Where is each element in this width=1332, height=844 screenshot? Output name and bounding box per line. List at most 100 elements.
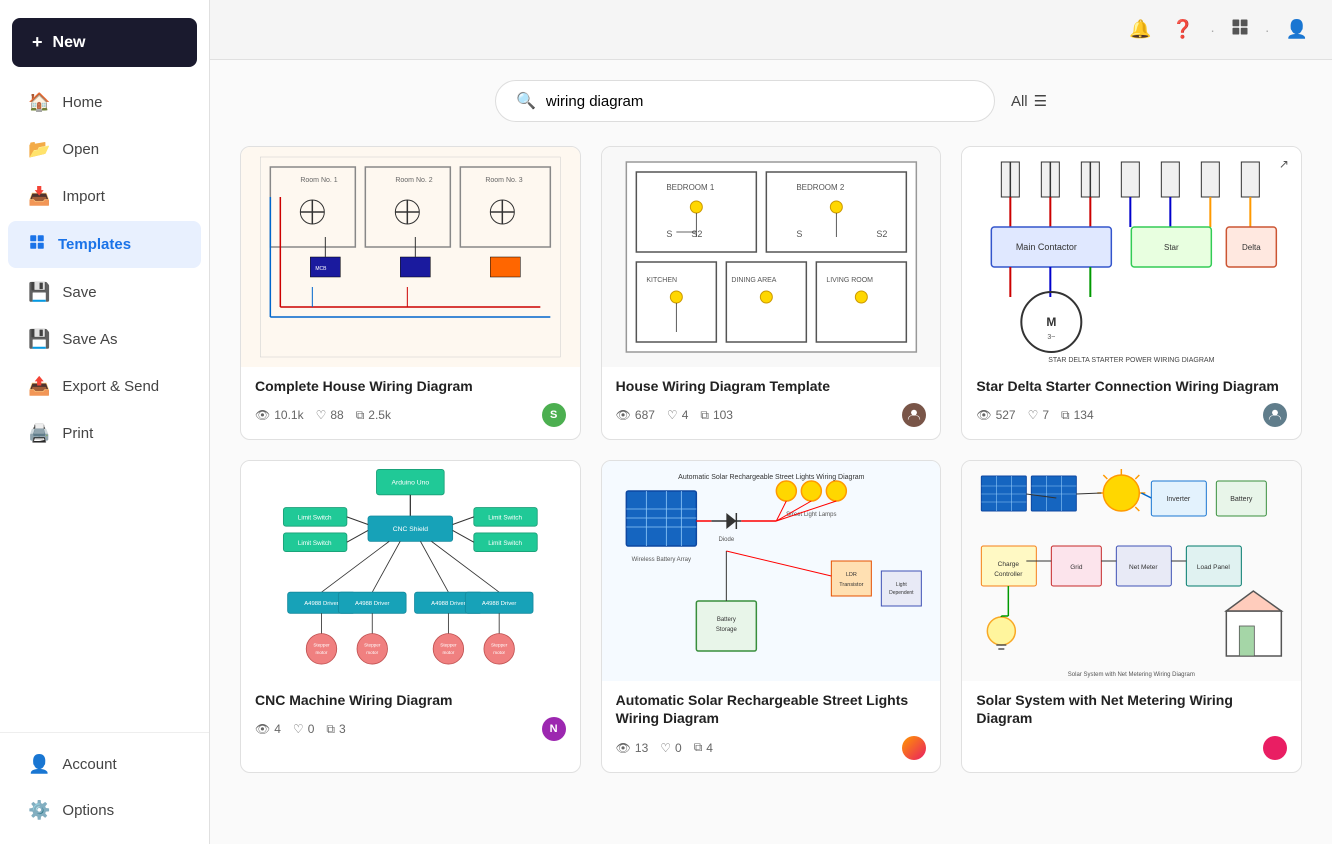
svg-text:Limit Switch: Limit Switch (298, 515, 332, 522)
svg-text:S2: S2 (876, 229, 887, 239)
svg-text:A4988 Driver: A4988 Driver (431, 601, 466, 607)
sidebar-item-options[interactable]: ⚙️ Options (8, 788, 201, 833)
svg-text:A4988 Driver: A4988 Driver (482, 601, 517, 607)
template-meta-2: 👁 687 ♡ 4 ⧉ 103 (616, 403, 927, 427)
svg-text:Main Contactor: Main Contactor (1016, 242, 1077, 252)
template-title-3: Star Delta Starter Connection Wiring Dia… (976, 377, 1287, 395)
divider2: · (1265, 22, 1270, 38)
template-meta-3: 👁 527 ♡ 7 ⧉ 134 (976, 403, 1287, 427)
sidebar-item-templates-label: Templates (58, 236, 131, 253)
svg-text:Storage: Storage (715, 627, 737, 633)
template-title-6: Solar System with Net Metering Wiring Di… (976, 691, 1287, 727)
svg-text:Stepper: Stepper (313, 642, 330, 647)
template-thumb-6: Inverter Battery Charge Controller Grid … (962, 461, 1301, 681)
template-card-1[interactable]: Room No. 1 Room No. 2 Room No. 3 (240, 146, 581, 440)
svg-text:motor: motor (493, 650, 505, 655)
svg-text:LIVING ROOM: LIVING ROOM (826, 277, 873, 284)
template-thumb-2: BEDROOM 1 BEDROOM 2 KITCHEN DINING AREA … (602, 147, 941, 367)
sidebar-item-save-as-label: Save As (62, 331, 117, 348)
apps-grid-icon[interactable] (1227, 14, 1253, 45)
search-bar[interactable]: 🔍 (495, 80, 995, 122)
template-info-1: Complete House Wiring Diagram 👁 10.1k ♡ … (241, 367, 580, 439)
template-card-2[interactable]: BEDROOM 1 BEDROOM 2 KITCHEN DINING AREA … (601, 146, 942, 440)
filter-button[interactable]: All ☰ (1011, 92, 1047, 110)
svg-text:Dependent: Dependent (889, 590, 914, 596)
notification-icon[interactable]: 🔔 (1125, 15, 1155, 44)
svg-text:Battery: Battery (1231, 496, 1254, 503)
svg-text:Solar System with Net Metering: Solar System with Net Metering Wiring Di… (1068, 672, 1195, 678)
sidebar-item-import-label: Import (62, 188, 105, 205)
help-icon[interactable]: ❓ (1168, 15, 1198, 44)
topbar: 🔔 ❓ · · 👤 (210, 0, 1332, 60)
svg-text:Stepper: Stepper (364, 642, 381, 647)
avatar-3 (1263, 403, 1287, 427)
svg-text:3~: 3~ (1048, 334, 1056, 341)
template-card-4[interactable]: Arduino Uno CNC Shield Limit Switch Limi… (240, 460, 581, 772)
svg-text:STAR DELTA STARTER POWER WIRIN: STAR DELTA STARTER POWER WIRING DIAGRAM (1049, 357, 1215, 364)
svg-text:LDR: LDR (845, 572, 856, 578)
template-thumb-5: Automatic Solar Rechargeable Street Ligh… (602, 461, 941, 681)
likes-2: ♡ 4 (667, 408, 688, 422)
template-card-5[interactable]: Automatic Solar Rechargeable Street Ligh… (601, 460, 942, 772)
svg-text:Arduino Uno: Arduino Uno (392, 480, 430, 487)
template-info-6: Solar System with Net Metering Wiring Di… (962, 681, 1301, 771)
template-meta-6 (976, 736, 1287, 760)
svg-text:Charge: Charge (998, 561, 1020, 568)
sidebar-item-save-as[interactable]: 💾 Save As (8, 317, 201, 362)
open-icon: 📂 (28, 139, 50, 160)
template-meta-1: 👁 10.1k ♡ 88 ⧉ 2.5k S (255, 403, 566, 427)
content-area: 🔍 All ☰ Room No. 1 (210, 60, 1332, 844)
svg-text:Stepper: Stepper (491, 642, 508, 647)
sidebar-item-templates[interactable]: Templates (8, 221, 201, 268)
likes-3: ♡ 7 (1028, 408, 1049, 422)
template-card-3[interactable]: Main Contactor Star Delta M 3~ (961, 146, 1302, 440)
template-info-4: CNC Machine Wiring Diagram 👁 4 ♡ 0 ⧉ 3 N (241, 681, 580, 753)
template-card-6[interactable]: Inverter Battery Charge Controller Grid … (961, 460, 1302, 772)
svg-text:Grid: Grid (1071, 564, 1084, 571)
sidebar-item-open[interactable]: 📂 Open (8, 127, 201, 172)
template-thumb-1: Room No. 1 Room No. 2 Room No. 3 (241, 147, 580, 367)
sidebar-item-save[interactable]: 💾 Save (8, 270, 201, 315)
likes-1: ♡ 88 (316, 408, 344, 422)
template-info-2: House Wiring Diagram Template 👁 687 ♡ 4 … (602, 367, 941, 439)
export-icon: 📤 (28, 376, 50, 397)
sidebar: + New 🏠 Home 📂 Open 📥 Import Templates 💾… (0, 0, 210, 844)
sidebar-item-export[interactable]: 📤 Export & Send (8, 364, 201, 409)
sidebar-item-print[interactable]: 🖨️ Print (8, 411, 201, 456)
sidebar-item-open-label: Open (62, 141, 99, 158)
search-input[interactable] (546, 93, 974, 110)
save-as-icon: 💾 (28, 329, 50, 350)
svg-text:S2: S2 (691, 229, 702, 239)
search-container: 🔍 All ☰ (240, 80, 1302, 122)
template-title-4: CNC Machine Wiring Diagram (255, 691, 566, 709)
svg-text:BEDROOM 1: BEDROOM 1 (666, 183, 715, 192)
sidebar-item-account[interactable]: 👤 Account (8, 742, 201, 787)
svg-text:motor: motor (316, 650, 328, 655)
sidebar-item-home[interactable]: 🏠 Home (8, 80, 201, 125)
print-icon: 🖨️ (28, 423, 50, 444)
templates-grid: Room No. 1 Room No. 2 Room No. 3 (240, 146, 1302, 773)
svg-text:motor: motor (366, 650, 378, 655)
svg-text:Limit Switch: Limit Switch (488, 515, 522, 522)
svg-text:Limit Switch: Limit Switch (488, 540, 522, 547)
expand-icon-3[interactable]: ↗ (1275, 155, 1293, 173)
copies-2: ⧉ 103 (700, 408, 733, 423)
sidebar-item-save-label: Save (62, 284, 96, 301)
avatar-5 (902, 736, 926, 760)
svg-text:S: S (796, 229, 802, 239)
search-icon: 🔍 (516, 91, 536, 111)
home-icon: 🏠 (28, 92, 50, 113)
svg-text:Net Meter: Net Meter (1129, 564, 1158, 571)
likes-5: ♡ 0 (660, 741, 681, 755)
user-avatar-icon[interactable]: 👤 (1282, 15, 1312, 44)
template-info-5: Automatic Solar Rechargeable Street Ligh… (602, 681, 941, 771)
options-icon: ⚙️ (28, 800, 50, 821)
new-button[interactable]: + New (12, 18, 197, 67)
svg-text:Battery: Battery (716, 617, 735, 623)
templates-icon (28, 233, 46, 256)
sidebar-item-print-label: Print (62, 425, 93, 442)
views-3: 👁 527 (976, 408, 1015, 422)
copies-4: ⧉ 3 (326, 722, 345, 737)
sidebar-item-import[interactable]: 📥 Import (8, 174, 201, 219)
sidebar-item-home-label: Home (62, 94, 102, 111)
